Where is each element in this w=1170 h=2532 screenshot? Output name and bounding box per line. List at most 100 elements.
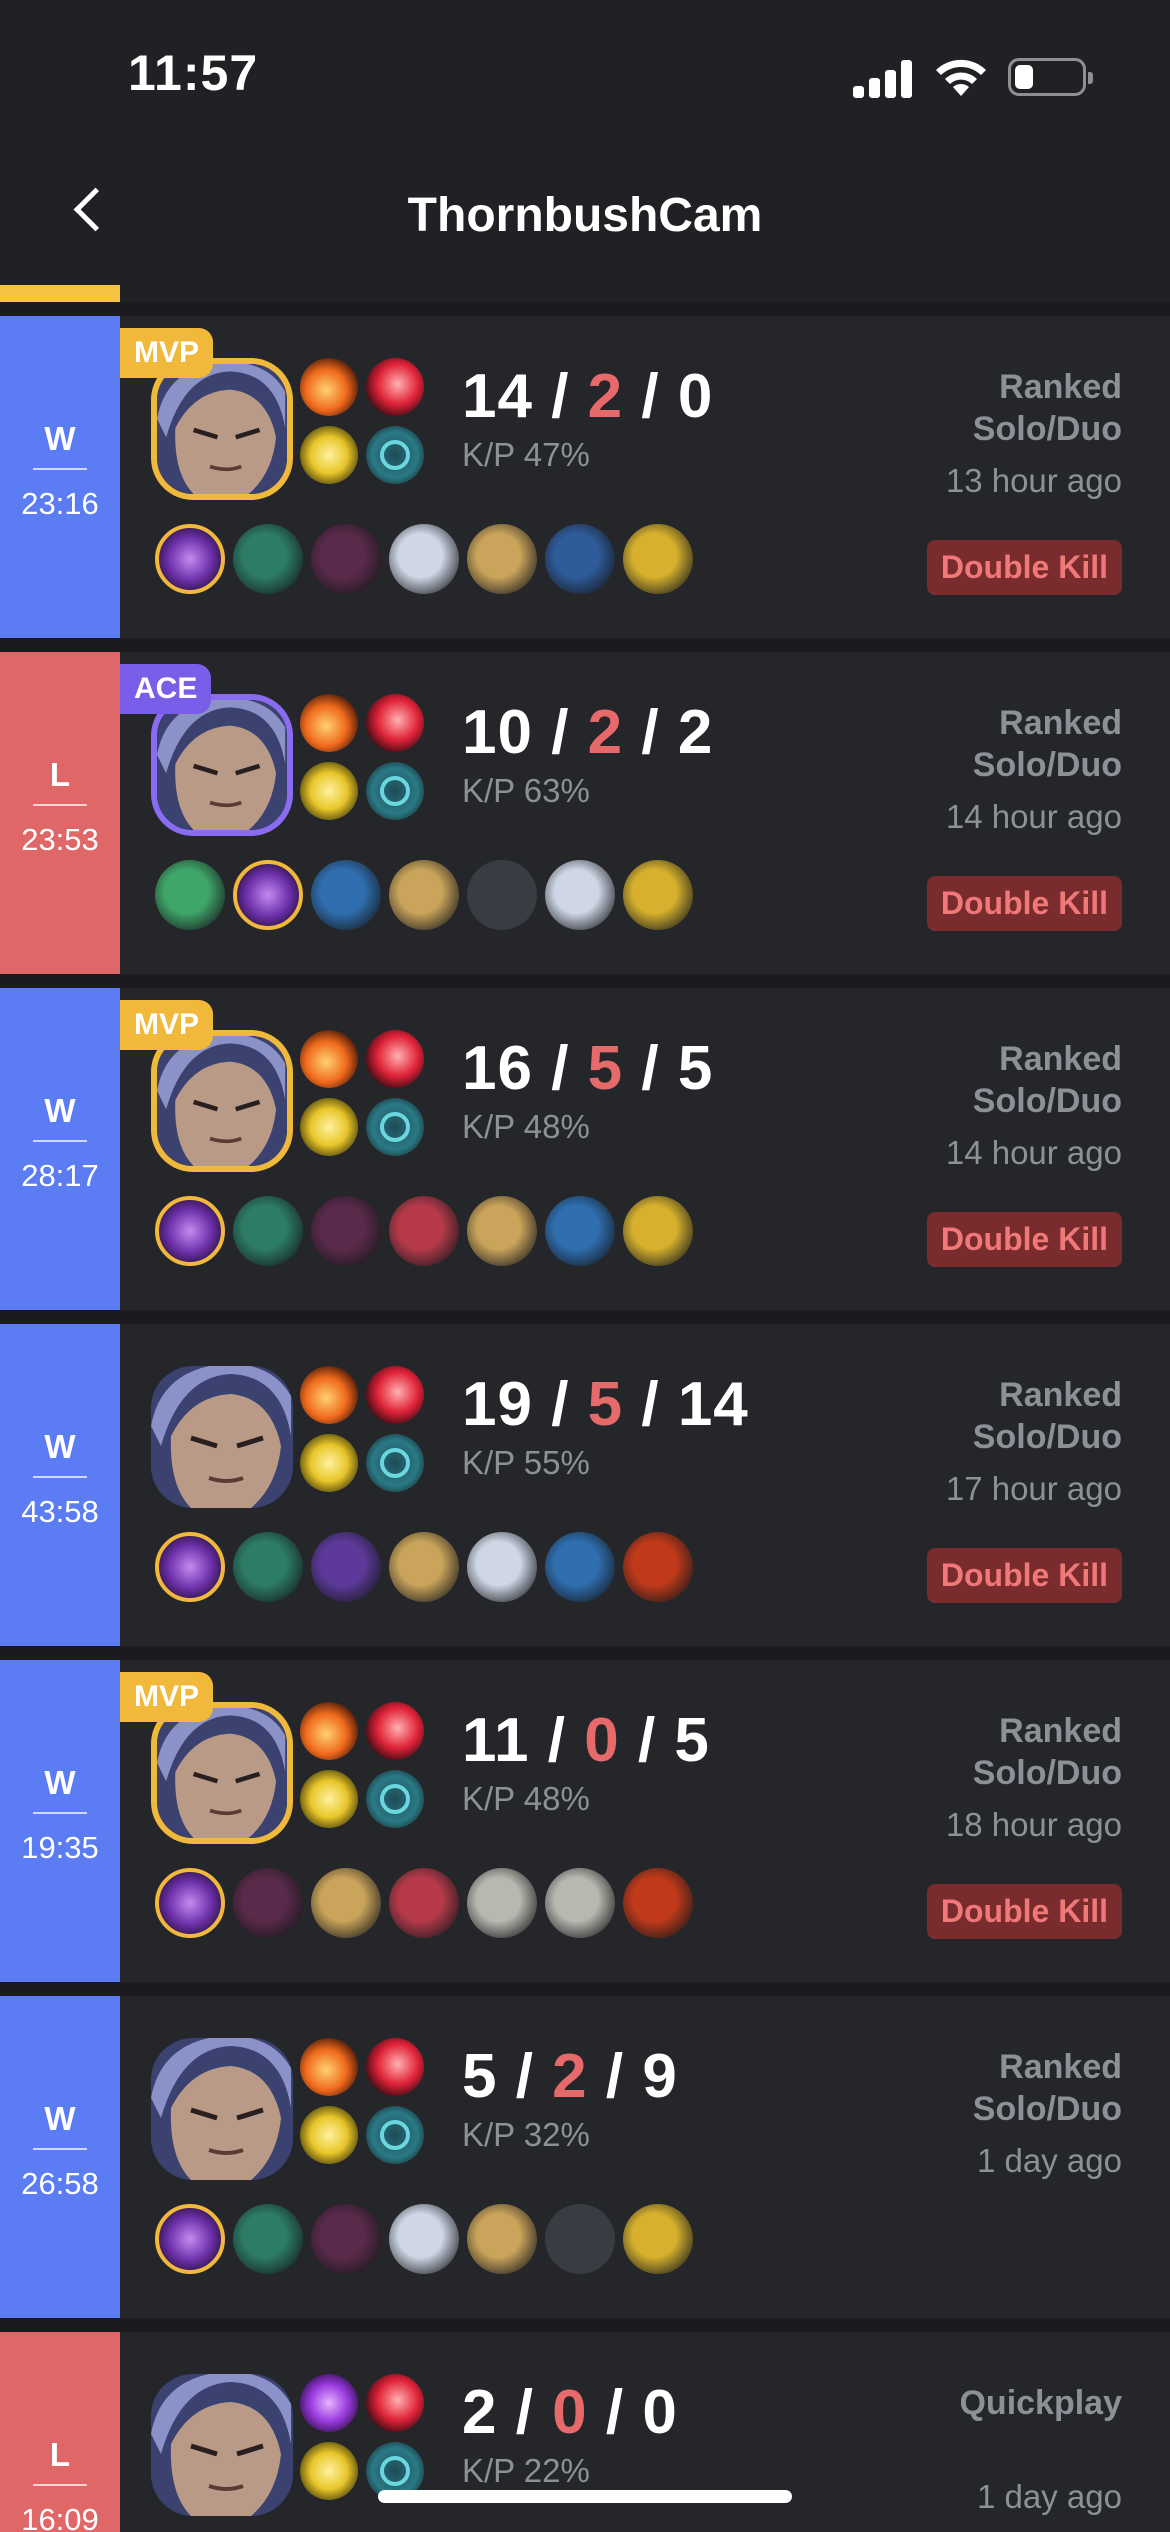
item-icon[interactable] [467, 524, 537, 594]
rune-primary-icon[interactable] [300, 1434, 358, 1492]
rune-secondary-icon[interactable] [366, 762, 424, 820]
summoner-spell-flash-icon[interactable] [366, 1366, 424, 1424]
summoner-spell-flash-icon[interactable] [366, 2374, 424, 2432]
item-icon[interactable] [623, 2204, 693, 2274]
item-icon[interactable] [545, 1532, 615, 1602]
item-icon[interactable] [311, 1532, 381, 1602]
item-icon[interactable] [155, 1532, 225, 1602]
item-icon[interactable] [545, 1196, 615, 1266]
result-strip: W 43:58 [0, 1324, 120, 1646]
item-icon[interactable] [155, 860, 225, 930]
champion-portrait[interactable] [151, 2374, 293, 2516]
rune-primary-icon[interactable] [300, 1770, 358, 1828]
queue-type: Ranked Solo/Duo [972, 1040, 1122, 1120]
assists: 0 [642, 2378, 678, 2447]
rune-secondary-icon[interactable] [366, 1098, 424, 1156]
match-row[interactable]: W 28:17 MVP 16 / 5 / 5 K/P 48% Ranked Sol… [0, 974, 1170, 1310]
item-icon[interactable] [467, 2204, 537, 2274]
item-icon[interactable] [389, 524, 459, 594]
item-icon[interactable] [545, 1868, 615, 1938]
rune-secondary-icon[interactable] [366, 1434, 424, 1492]
summoner-spell-flash-icon[interactable] [366, 358, 424, 416]
match-row[interactable]: W 43:58 19 / 5 / 14 K/P 55% Ranked Solo/D… [0, 1310, 1170, 1646]
result-divider [33, 1476, 87, 1478]
item-icon[interactable] [467, 1196, 537, 1266]
item-icon[interactable] [311, 1868, 381, 1938]
summoner-spell-ignite-icon[interactable] [300, 1366, 358, 1424]
champion-face-icon [157, 364, 287, 494]
item-icon[interactable] [389, 1196, 459, 1266]
match-row[interactable]: W 26:58 5 / 2 / 9 K/P 32% Ranked Solo/Duo… [0, 1982, 1170, 2318]
champion-portrait[interactable] [151, 1702, 293, 1844]
rune-primary-icon[interactable] [300, 2106, 358, 2164]
item-icon[interactable] [545, 524, 615, 594]
item-icon[interactable] [155, 2204, 225, 2274]
home-indicator[interactable] [378, 2490, 792, 2503]
item-icon[interactable] [155, 1868, 225, 1938]
item-icon[interactable] [623, 1196, 693, 1266]
summoner-spell-flash-icon[interactable] [366, 2038, 424, 2096]
kills: 11 [462, 1706, 530, 1775]
champion-portrait[interactable] [151, 1030, 293, 1172]
summoner-spell-flash-icon[interactable] [366, 1030, 424, 1088]
assists: 14 [677, 1370, 749, 1439]
item-icon[interactable] [233, 2204, 303, 2274]
item-icon[interactable] [389, 1868, 459, 1938]
item-icon[interactable] [155, 524, 225, 594]
item-icon[interactable] [233, 860, 303, 930]
item-icon[interactable] [233, 524, 303, 594]
match-row[interactable]: W 23:16 MVP 14 / 2 / 0 K/P 47% Ranked Sol… [0, 302, 1170, 638]
rune-secondary-icon[interactable] [366, 1770, 424, 1828]
summoner-spell-ignite-icon[interactable] [300, 358, 358, 416]
item-icon[interactable] [233, 1532, 303, 1602]
item-icon[interactable] [389, 860, 459, 930]
summoner-spell-flash-icon[interactable] [366, 1702, 424, 1760]
item-icon[interactable] [311, 860, 381, 930]
rune-primary-icon[interactable] [300, 2442, 358, 2500]
item-icon[interactable] [467, 1868, 537, 1938]
item-icon[interactable] [233, 1196, 303, 1266]
summoner-spell-ignite-icon[interactable] [300, 2038, 358, 2096]
match-row[interactable]: W 19:35 MVP 11 / 0 / 5 K/P 48% Ranked Sol… [0, 1646, 1170, 1982]
deaths: 5 [587, 1034, 624, 1103]
rune-primary-icon[interactable] [300, 426, 358, 484]
champion-portrait[interactable] [151, 694, 293, 836]
result-divider [33, 2148, 87, 2150]
item-icon[interactable] [623, 860, 693, 930]
item-icon[interactable] [389, 1532, 459, 1602]
item-icon[interactable] [155, 1196, 225, 1266]
result-letter: W [44, 1092, 76, 1129]
item-icon[interactable] [233, 1868, 303, 1938]
kda-score: 2 / 0 / 0 [462, 2378, 678, 2447]
item-icon[interactable] [623, 1532, 693, 1602]
result-letter: L [49, 2436, 71, 2473]
champion-portrait[interactable] [151, 2038, 293, 2180]
item-icon[interactable] [311, 524, 381, 594]
result-letter: L [49, 756, 71, 793]
item-icon[interactable] [311, 2204, 381, 2274]
item-icon[interactable] [467, 1532, 537, 1602]
rune-primary-icon[interactable] [300, 762, 358, 820]
time-ago: 18 hour ago [945, 1806, 1122, 1843]
summoner-spell-flash-icon[interactable] [366, 694, 424, 752]
item-icon[interactable] [623, 524, 693, 594]
match-duration: 16:09 [21, 2502, 99, 2532]
summoner-spell-ignite-icon[interactable] [300, 694, 358, 752]
cellular-signal-icon [853, 60, 913, 98]
rune-secondary-icon[interactable] [366, 426, 424, 484]
item-icon[interactable] [623, 1868, 693, 1938]
champion-portrait[interactable] [151, 358, 293, 500]
queue-type: Ranked Solo/Duo [972, 368, 1122, 448]
item-icon[interactable] [545, 860, 615, 930]
rune-primary-icon[interactable] [300, 1098, 358, 1156]
summoner-spell-ignite-icon[interactable] [300, 1702, 358, 1760]
item-icon[interactable] [311, 1196, 381, 1266]
summoner-spell-ignite-icon[interactable] [300, 1030, 358, 1088]
summoner-spell-ignite-icon[interactable] [300, 2374, 358, 2432]
assists: 9 [642, 2042, 678, 2111]
match-row[interactable]: L 23:53 ACE 10 / 2 / 2 K/P 63% Ranked Sol… [0, 638, 1170, 974]
item-icon[interactable] [389, 2204, 459, 2274]
rune-secondary-icon[interactable] [366, 2106, 424, 2164]
kda-score: 5 / 2 / 9 [462, 2042, 678, 2111]
champion-portrait[interactable] [151, 1366, 293, 1508]
